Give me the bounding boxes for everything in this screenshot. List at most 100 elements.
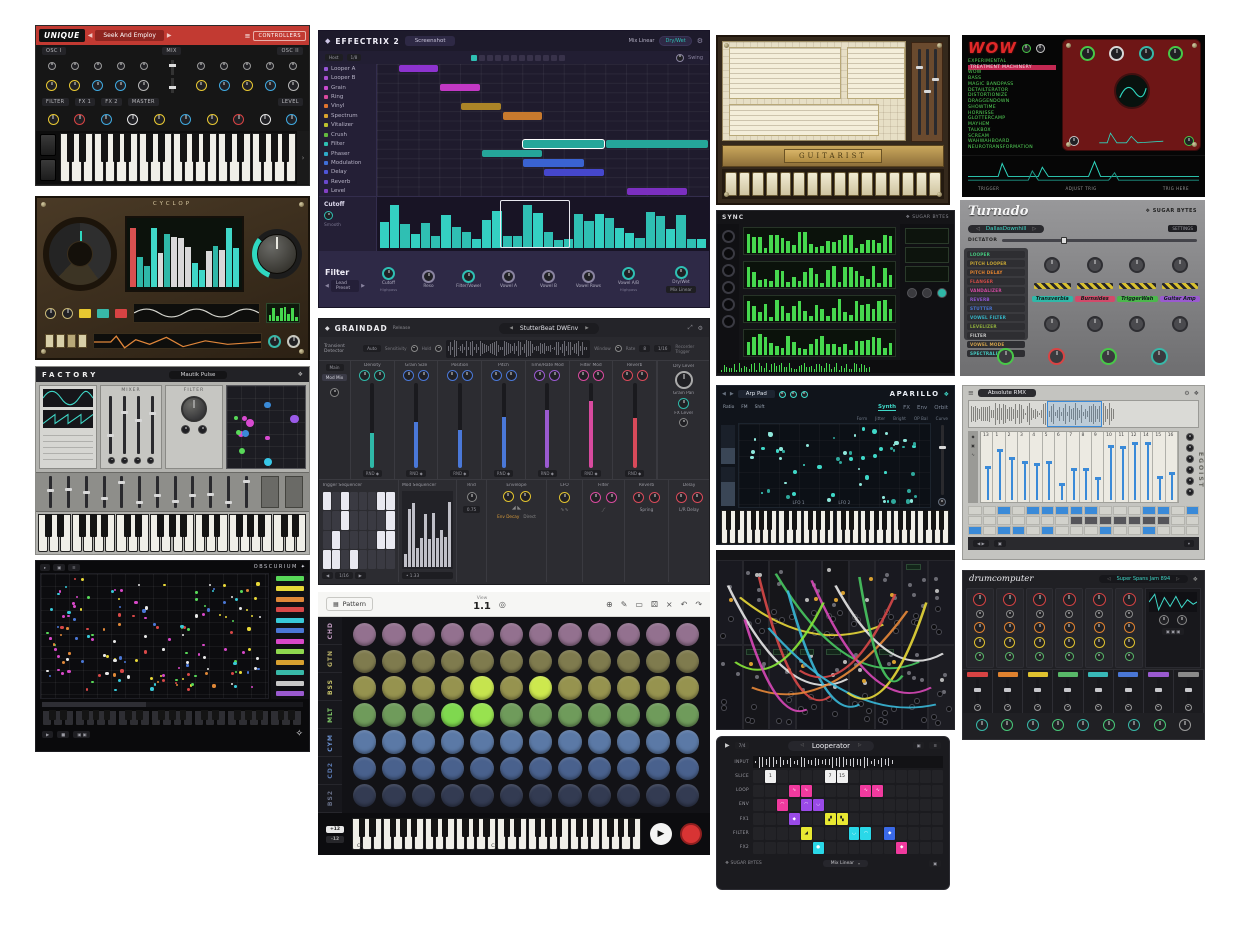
black-key[interactable]	[514, 818, 520, 837]
slice-cell[interactable]: 1	[993, 432, 1005, 502]
black-key[interactable]	[82, 710, 89, 720]
mod-wheel[interactable]	[40, 134, 56, 156]
black-key[interactable]	[180, 514, 187, 537]
preset-display[interactable]: Arp Pad	[738, 390, 775, 398]
pad-circle[interactable]	[588, 730, 611, 753]
step-cell[interactable]	[849, 842, 860, 854]
knob[interactable]	[374, 370, 385, 381]
lcd-sequencer-strip[interactable]	[743, 295, 896, 323]
knob-vowel-rows[interactable]	[582, 270, 595, 283]
knob[interactable]	[220, 62, 228, 70]
knob[interactable]	[117, 62, 125, 70]
step-cell[interactable]	[825, 827, 836, 839]
step-cell[interactable]	[825, 799, 836, 811]
pad-circle[interactable]	[676, 676, 699, 699]
step-cell[interactable]	[777, 813, 788, 825]
effect-slot[interactable]: Transverbia	[1032, 296, 1073, 302]
effect-chip[interactable]	[276, 670, 304, 675]
hold-knob[interactable]	[435, 345, 442, 352]
master-tab[interactable]: MASTER	[128, 98, 159, 106]
trigger-cell[interactable]	[350, 492, 358, 511]
sequencer-block[interactable]	[503, 112, 543, 119]
step-cell[interactable]	[872, 813, 883, 825]
pad-circle[interactable]	[500, 650, 523, 673]
knob[interactable]	[197, 62, 205, 70]
step-cell[interactable]: ∿	[872, 785, 883, 797]
pad-circle[interactable]	[500, 757, 523, 780]
black-key[interactable]	[271, 133, 278, 162]
step-cell[interactable]: ◆	[789, 813, 800, 825]
knob[interactable]	[287, 335, 300, 348]
preset-bar[interactable]: ◀ StutterBeat DWEnv ▶	[499, 323, 598, 334]
pad-circle[interactable]	[441, 650, 464, 673]
tab-orbit[interactable]: Orbit	[934, 405, 948, 411]
transport-pill[interactable]: ▣ ▣	[73, 731, 90, 738]
step-cell[interactable]	[997, 506, 1011, 515]
knob[interactable]	[1064, 637, 1075, 648]
step-cell[interactable]	[849, 813, 860, 825]
nav-prev-icon[interactable]: ◀	[722, 391, 726, 397]
filter-cutoff-knob[interactable]	[181, 396, 207, 422]
auto-toggle[interactable]: Auto	[363, 345, 381, 352]
step-cell[interactable]	[837, 785, 848, 797]
black-key[interactable]	[203, 133, 210, 162]
cutoff-knob[interactable]	[324, 211, 333, 220]
black-key[interactable]	[180, 133, 187, 162]
mixer-strip[interactable]	[963, 670, 993, 713]
step-cell[interactable]	[753, 785, 764, 797]
knob[interactable]	[1036, 610, 1044, 618]
step-cell[interactable]	[908, 827, 919, 839]
knob[interactable]	[779, 391, 786, 398]
step-cell[interactable]	[1070, 506, 1084, 515]
pad-circle[interactable]	[646, 676, 669, 699]
black-key[interactable]	[192, 133, 199, 162]
window-icon[interactable]: ⤢	[688, 324, 693, 332]
undo-icon[interactable]: ↶	[681, 600, 688, 609]
pad-circle[interactable]	[558, 623, 581, 646]
pad-circle[interactable]	[500, 676, 523, 699]
pad-circle[interactable]	[529, 784, 552, 807]
param-fm[interactable]: FM	[741, 405, 747, 410]
step-cell[interactable]	[896, 785, 907, 797]
pad-circle[interactable]	[353, 623, 376, 646]
black-key[interactable]	[359, 818, 365, 837]
module[interactable]	[769, 645, 796, 730]
master-knob[interactable]	[1151, 348, 1168, 365]
module[interactable]	[902, 645, 929, 730]
sequencer-grid[interactable]	[377, 64, 709, 196]
step-cell[interactable]	[884, 770, 895, 782]
step-cell[interactable]	[884, 799, 895, 811]
black-key[interactable]	[865, 510, 870, 530]
filter-tab[interactable]: FILTER	[42, 98, 69, 106]
step-rate-display[interactable]: 1/8	[347, 54, 362, 61]
pad-circle[interactable]	[529, 623, 552, 646]
effect-chip[interactable]: VANDALIZER	[967, 287, 1025, 294]
effect-row[interactable]: Phaser	[319, 149, 376, 158]
black-key[interactable]	[281, 514, 288, 537]
rnd-knob[interactable]	[467, 492, 477, 502]
effect-chip[interactable]: VOWEL MODE	[967, 341, 1025, 348]
step-cell[interactable]	[837, 842, 848, 854]
trigger-cell[interactable]	[350, 531, 358, 550]
settings-button[interactable]: SETTINGS	[1168, 225, 1197, 232]
step-cell[interactable]	[1113, 526, 1127, 535]
step-cell[interactable]: ◡	[849, 827, 860, 839]
step-cell[interactable]	[1186, 526, 1200, 535]
black-key[interactable]	[587, 818, 593, 837]
tab-env[interactable]: Env	[917, 405, 927, 411]
pad-circle[interactable]	[412, 784, 435, 807]
step-cell[interactable]	[1113, 506, 1127, 515]
reverb-knob[interactable]	[633, 492, 644, 503]
step-cell[interactable]: ◆	[884, 827, 895, 839]
step-cell[interactable]	[765, 813, 776, 825]
knob-vowel-b[interactable]	[542, 270, 555, 283]
black-key[interactable]	[158, 133, 165, 162]
osc1-wave-display[interactable]	[43, 389, 93, 407]
black-key[interactable]	[906, 510, 911, 530]
fx-knob[interactable]	[1129, 316, 1145, 332]
knob[interactable]	[976, 719, 988, 731]
knob[interactable]	[974, 637, 985, 648]
step-cell[interactable]	[1055, 526, 1069, 535]
pad-circle[interactable]	[617, 757, 640, 780]
knob[interactable]	[1177, 615, 1187, 625]
